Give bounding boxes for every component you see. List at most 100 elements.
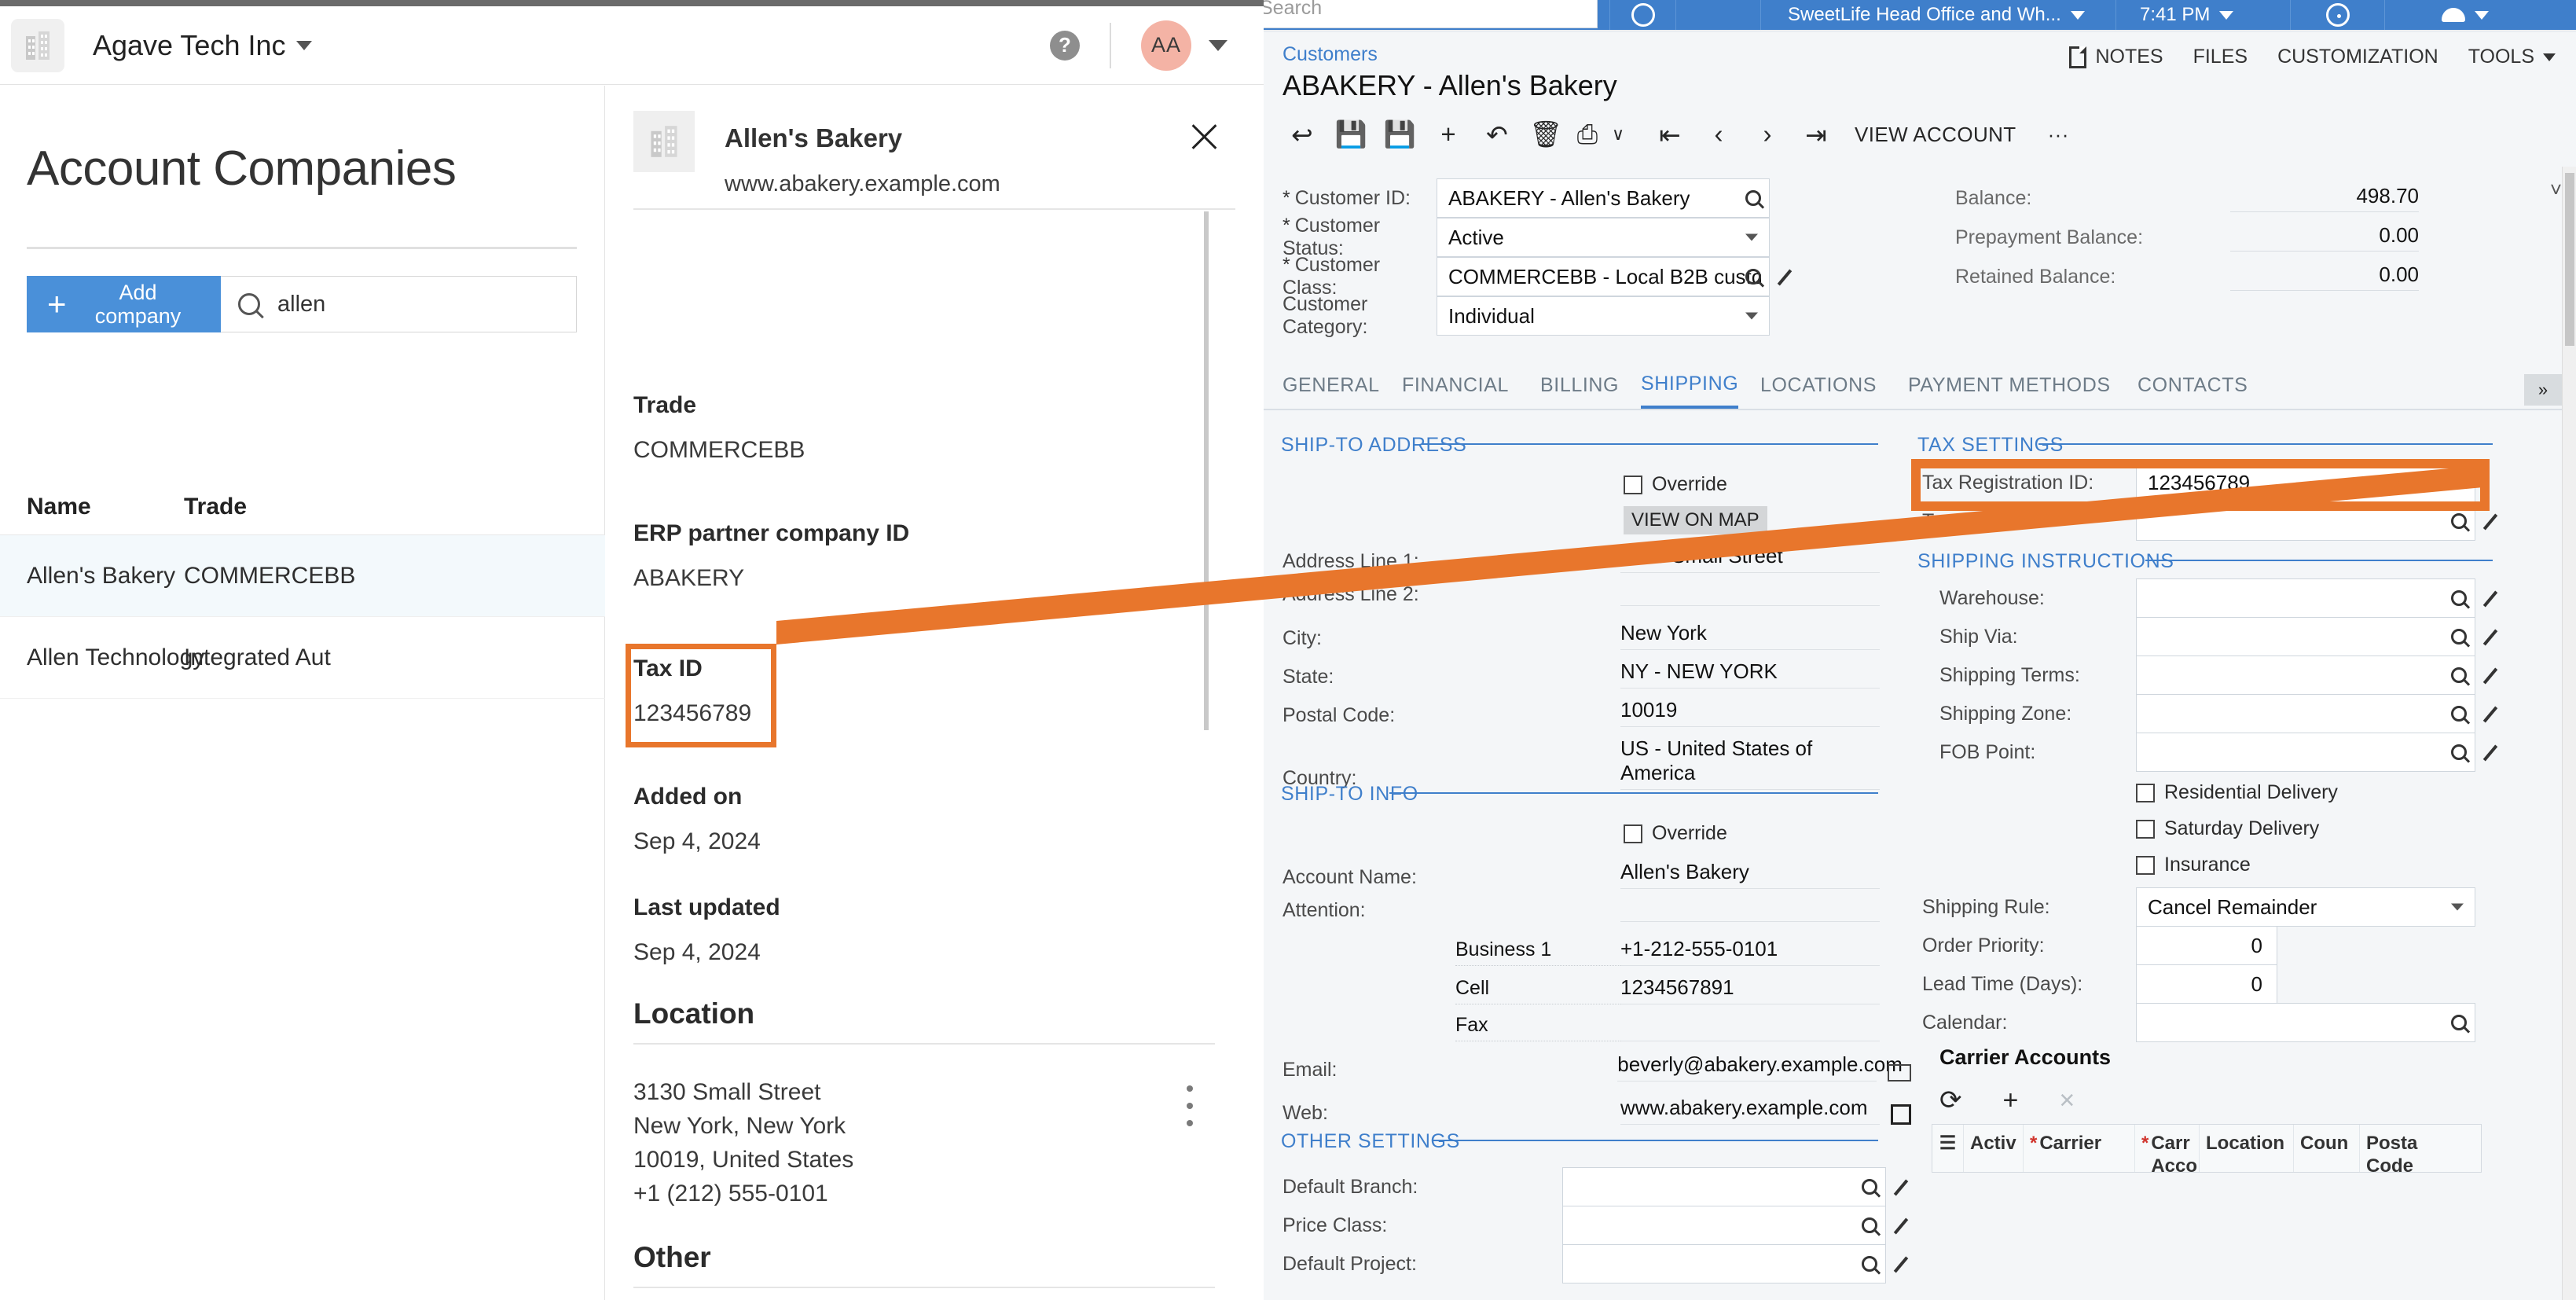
close-icon[interactable] [1185, 119, 1221, 155]
copy-dropdown-icon[interactable]: ∨ [1605, 112, 1631, 156]
edit-pencil-icon[interactable] [1781, 266, 1801, 287]
lead-time-days-input[interactable]: 0 [2136, 964, 2277, 1004]
tab-locations[interactable]: LOCATIONS [1760, 362, 1877, 409]
customization-button[interactable]: CUSTOMIZATION [2277, 46, 2438, 68]
tools-button[interactable]: TOOLS [2468, 46, 2556, 68]
edit-pencil-icon[interactable] [2486, 742, 2507, 762]
save-icon[interactable]: 💾 [1327, 112, 1375, 156]
search-icon[interactable] [2451, 667, 2467, 683]
value[interactable]: US - United States of America [1620, 736, 1880, 790]
edit-pencil-icon[interactable] [1897, 1254, 1917, 1274]
shipping-rule-select[interactable]: Cancel Remainder [2136, 887, 2475, 927]
price-class-input[interactable] [1562, 1206, 1886, 1245]
value[interactable]: 1234567891 [1620, 975, 1880, 1004]
view-account-button[interactable]: VIEW ACCOUNT [1855, 123, 2016, 147]
scrollbar-thumb[interactable] [2565, 173, 2574, 346]
more-vertical-icon[interactable] [1187, 1085, 1199, 1133]
external-link-icon[interactable] [1891, 1104, 1911, 1125]
value[interactable]: beverly@abakery.example.com [1617, 1052, 1903, 1081]
back-arrow-icon[interactable]: ↩ [1278, 112, 1327, 156]
breadcrumb[interactable]: Customers [1282, 43, 1378, 66]
copy-icon[interactable]: ⎙ [1570, 112, 1605, 156]
avatar[interactable]: AA [1141, 20, 1191, 71]
edit-pencil-icon[interactable] [2486, 511, 2507, 531]
column-header-carrier[interactable]: * Carrier [2024, 1125, 2135, 1172]
customer-id-input[interactable]: ABAKERY - Allen's Bakery [1437, 178, 1770, 218]
undo-icon[interactable]: ↶ [1473, 112, 1521, 156]
search-icon[interactable] [1862, 1217, 1877, 1233]
erp-time-display[interactable]: 7:41 PM [2115, 0, 2290, 30]
search-icon[interactable] [2451, 590, 2467, 606]
shipping-zone-input[interactable] [2136, 694, 2475, 733]
add-icon[interactable]: + [1424, 112, 1473, 156]
table-row[interactable]: Allen Technology Integrated Aut [0, 617, 605, 699]
customer-category-select[interactable]: Individual [1437, 296, 1770, 336]
checkbox-residential-delivery[interactable]: Residential Delivery [2136, 781, 2338, 804]
add-company-button[interactable]: + Add company [27, 276, 221, 332]
checkbox[interactable] [2136, 855, 2155, 875]
refresh-icon[interactable]: ⟳ [1939, 1085, 1962, 1116]
view-on-map-button[interactable]: VIEW ON MAP [1624, 506, 1767, 534]
mail-icon[interactable] [1888, 1064, 1911, 1081]
edit-pencil-icon[interactable] [2486, 665, 2507, 685]
ship-via-input[interactable] [2136, 617, 2475, 656]
search-icon[interactable] [1862, 1179, 1877, 1195]
tax-registration-id-input[interactable]: 123456789 [2136, 463, 2475, 502]
customer-class-input[interactable]: COMMERCEBB - Local B2B customer [1437, 257, 1770, 296]
chevron-down-icon[interactable] [1209, 39, 1227, 51]
checkbox[interactable] [2136, 783, 2155, 802]
value[interactable]: Allen's Bakery [1620, 860, 1880, 889]
org-switcher[interactable]: Agave Tech Inc [64, 29, 312, 62]
search-icon[interactable] [2451, 744, 2467, 760]
checkbox[interactable] [1624, 824, 1642, 843]
default-project-input[interactable] [1562, 1244, 1886, 1283]
last-record-icon[interactable]: ⇥ [1792, 112, 1840, 156]
default-branch-input[interactable] [1562, 1167, 1886, 1206]
tab-shipping[interactable]: SHIPPING [1641, 362, 1739, 409]
more-actions-button[interactable]: ··· [2048, 123, 2069, 147]
checkbox-insurance[interactable]: Insurance [2136, 854, 2251, 876]
tab-financial[interactable]: FINANCIAL [1402, 362, 1509, 409]
tab-billing[interactable]: BILLING [1540, 362, 1619, 409]
checkbox[interactable] [2136, 819, 2155, 839]
value[interactable]: www.abakery.example.com [1620, 1096, 1880, 1125]
value[interactable]: 3130 Small Street [1620, 544, 1880, 573]
value[interactable]: +1-212-555-0101 [1620, 937, 1880, 966]
files-button[interactable]: FILES [2193, 46, 2248, 68]
erp-search-input[interactable]: Search [1264, 0, 1598, 28]
column-header-country[interactable]: Coun [2294, 1125, 2360, 1172]
save-close-icon[interactable]: 💾 [1375, 112, 1424, 156]
search-icon[interactable] [1862, 1256, 1877, 1272]
next-record-icon[interactable]: › [1743, 112, 1792, 156]
table-row[interactable]: Allen's Bakery COMMERCEBB [0, 535, 605, 617]
erp-notifications[interactable] [2384, 0, 2576, 30]
erp-clock-icon[interactable] [2290, 0, 2384, 30]
search-box[interactable] [221, 276, 577, 332]
chevron-up-icon[interactable]: ˅ [2550, 178, 2562, 202]
customer-status-select[interactable]: Active [1437, 218, 1770, 257]
shipping-terms-input[interactable] [2136, 656, 2475, 695]
add-row-icon[interactable]: + [2003, 1085, 2019, 1116]
edit-pencil-icon[interactable] [1897, 1215, 1917, 1236]
warehouse-input[interactable] [2136, 578, 2475, 618]
erp-help-icon[interactable] [1609, 0, 1675, 30]
value[interactable] [1620, 582, 1880, 606]
search-icon[interactable] [2451, 1015, 2467, 1030]
checkbox[interactable] [1624, 475, 1642, 494]
chevrons-right-icon[interactable]: » [2524, 374, 2562, 406]
edit-pencil-icon[interactable] [1897, 1177, 1917, 1197]
ship-to-address-override[interactable]: Override [1624, 473, 1727, 496]
column-header-carrier-account[interactable]: * Carr Acco [2135, 1125, 2200, 1172]
checkbox-saturday-delivery[interactable]: Saturday Delivery [2136, 817, 2319, 840]
first-record-icon[interactable]: ⇤ [1646, 112, 1694, 156]
search-icon[interactable] [2451, 706, 2467, 722]
search-icon[interactable] [1745, 269, 1761, 285]
calendar-input[interactable] [2136, 1003, 2475, 1042]
tax-zone-input[interactable] [2136, 501, 2475, 541]
delete-row-icon[interactable]: × [2059, 1085, 2075, 1116]
edit-pencil-icon[interactable] [2486, 703, 2507, 724]
search-icon[interactable] [2451, 513, 2467, 529]
value[interactable]: 10019 [1620, 698, 1880, 727]
edit-pencil-icon[interactable] [2486, 588, 2507, 608]
value[interactable]: New York [1620, 621, 1880, 650]
